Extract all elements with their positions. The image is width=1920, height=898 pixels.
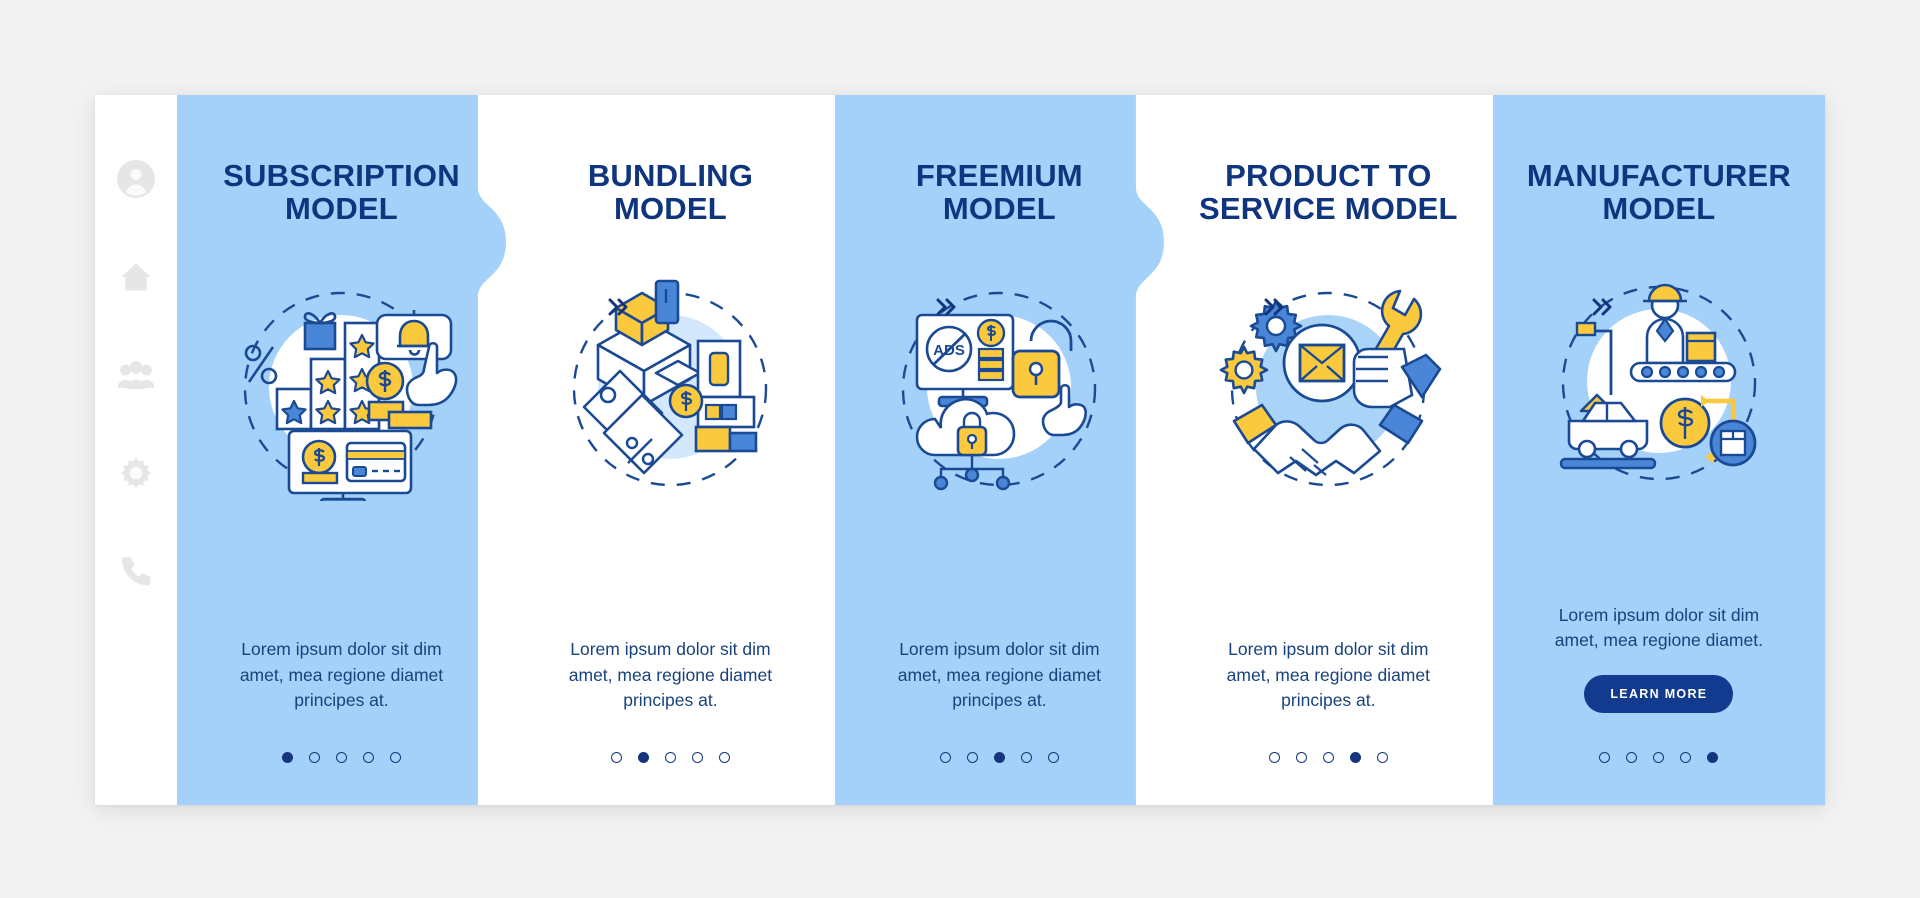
page-title: SUBSCRIPTION MODEL xyxy=(223,158,460,227)
panel-description: Lorem ipsum dolor sit dim amet, mea regi… xyxy=(897,639,1102,710)
pagination-dot[interactable] xyxy=(281,751,293,763)
panel-description: Lorem ipsum dolor sit dim amet, mea regi… xyxy=(568,639,773,710)
pagination-dot[interactable] xyxy=(389,751,401,763)
pagination-dot[interactable] xyxy=(362,751,374,763)
page-title: MANUFACTURER MODEL xyxy=(1526,158,1791,227)
pagination-dot[interactable] xyxy=(1680,751,1692,763)
pagination-dots[interactable] xyxy=(610,751,730,763)
double-chevron-right-icon[interactable] xyxy=(602,291,634,323)
pagination-dot[interactable] xyxy=(993,751,1005,763)
pagination-dot[interactable] xyxy=(1322,751,1334,763)
pagination-dot[interactable] xyxy=(1599,751,1611,763)
panel-description: Lorem ipsum dolor sit dim amet, mea regi… xyxy=(1554,604,1763,650)
panel-subscription-model[interactable]: SUBSCRIPTION MODEL Lorem ipsum dolor sit… xyxy=(177,95,506,805)
pagination-dot[interactable] xyxy=(1707,751,1719,763)
pagination-dots[interactable] xyxy=(1268,751,1388,763)
page-title: BUNDLING MODEL xyxy=(587,158,754,227)
pagination-dot[interactable] xyxy=(637,751,649,763)
screen-root: SUBSCRIPTION MODEL Lorem ipsum dolor sit… xyxy=(0,0,1920,898)
pagination-dots[interactable] xyxy=(1599,751,1719,763)
pagination-dots[interactable] xyxy=(939,751,1059,763)
pagination-dot[interactable] xyxy=(1349,751,1361,763)
pagination-dot[interactable] xyxy=(1295,751,1307,763)
sidebar xyxy=(95,95,177,805)
pagination-dot[interactable] xyxy=(691,751,703,763)
pagination-dot[interactable] xyxy=(966,751,978,763)
pagination-dot[interactable] xyxy=(718,751,730,763)
sidebar-item-profile[interactable] xyxy=(114,157,158,201)
sidebar-item-contact[interactable] xyxy=(114,549,158,593)
panel-bundling-model[interactable]: BUNDLING MODEL Lorem ipsum dolor sit dim… xyxy=(505,95,835,805)
pagination-dot[interactable] xyxy=(335,751,347,763)
pagination-dot[interactable] xyxy=(664,751,676,763)
bundling-illustration xyxy=(546,271,794,501)
manufacturer-illustration xyxy=(1535,271,1783,501)
panel-product-to-service-model[interactable]: PRODUCT TO SERVICE MODEL Lorem ipsum dol… xyxy=(1163,95,1493,805)
pagination-dot[interactable] xyxy=(1626,751,1638,763)
learn-more-button[interactable]: LEARN MORE xyxy=(1584,675,1734,713)
onboarding-mockup: SUBSCRIPTION MODEL Lorem ipsum dolor sit… xyxy=(95,95,1825,805)
subscription-illustration xyxy=(217,271,465,501)
pagination-dot[interactable] xyxy=(939,751,951,763)
pagination-dot[interactable] xyxy=(1653,751,1665,763)
pagination-dot[interactable] xyxy=(308,751,320,763)
panel-description: Lorem ipsum dolor sit dim amet, mea regi… xyxy=(1226,639,1430,710)
panel-freemium-model[interactable]: FREEMIUM MODEL ADS xyxy=(834,95,1164,805)
panel-manufacturer-model[interactable]: MANUFACTURER MODEL Lorem ipsum dolor sit… xyxy=(1492,95,1825,805)
double-chevron-right-icon[interactable] xyxy=(930,291,962,323)
sidebar-item-home[interactable] xyxy=(114,255,158,299)
panel-description: Lorem ipsum dolor sit dim amet, mea regi… xyxy=(239,639,444,710)
pagination-dot[interactable] xyxy=(1020,751,1032,763)
pagination-dots[interactable] xyxy=(281,751,401,763)
pagination-dot[interactable] xyxy=(1376,751,1388,763)
sidebar-item-team[interactable] xyxy=(114,353,158,397)
double-chevron-right-icon[interactable] xyxy=(1586,291,1618,323)
page-title: FREEMIUM MODEL xyxy=(915,158,1083,227)
pagination-dot[interactable] xyxy=(1268,751,1280,763)
panel-carousel: SUBSCRIPTION MODEL Lorem ipsum dolor sit… xyxy=(177,95,1825,805)
pagination-dot[interactable] xyxy=(610,751,622,763)
double-chevron-right-icon[interactable] xyxy=(1258,291,1290,323)
sidebar-item-settings[interactable] xyxy=(114,451,158,495)
page-title: PRODUCT TO SERVICE MODEL xyxy=(1198,158,1458,227)
product-to-service-illustration xyxy=(1204,271,1452,501)
freemium-illustration: ADS xyxy=(875,271,1123,501)
pagination-dot[interactable] xyxy=(1047,751,1059,763)
